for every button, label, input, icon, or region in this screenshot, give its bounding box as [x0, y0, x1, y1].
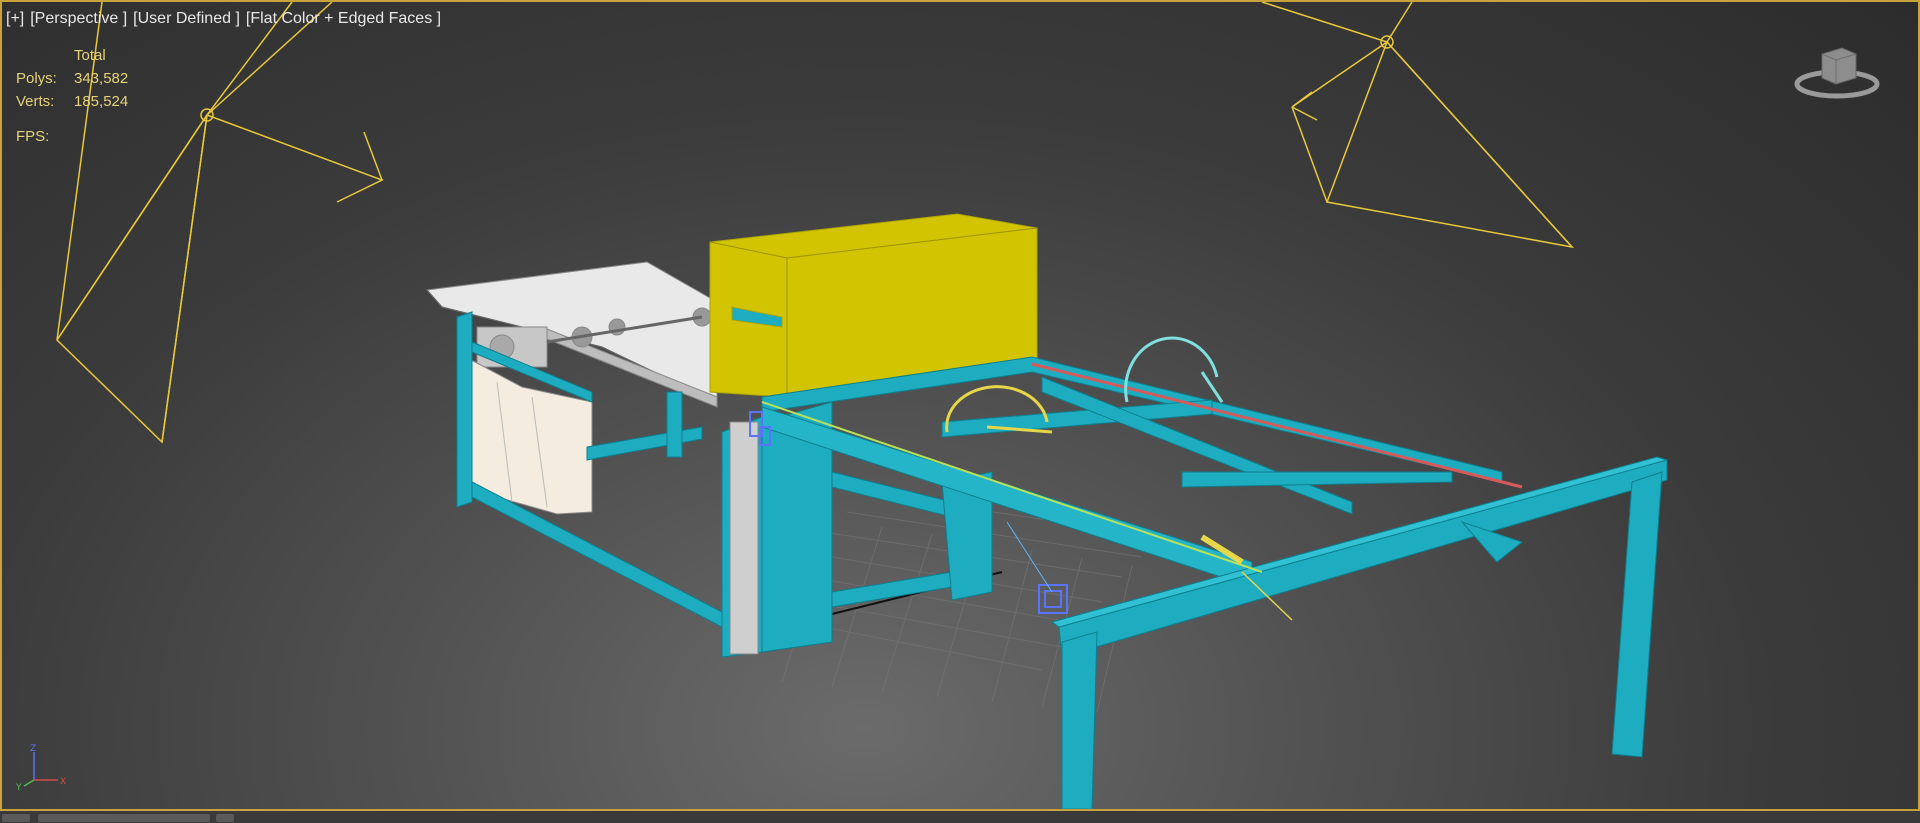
axis-x-label: X [60, 777, 66, 787]
viewport-pov-menu[interactable]: [Perspective ] [30, 10, 127, 28]
axis-y-label: Y [15, 783, 22, 792]
axis-z-label: Z [30, 744, 36, 754]
strip-handle-left[interactable] [2, 814, 30, 822]
perspective-viewport[interactable]: [+] [Perspective ] [User Defined ] [Flat… [0, 0, 1920, 811]
viewport-general-menu[interactable]: [+] [6, 10, 24, 28]
polys-value: 343,582 [74, 70, 129, 87]
strip-handle-right[interactable] [216, 814, 234, 822]
light-gizmo-right [1261, 2, 1575, 249]
verts-value: 185,524 [74, 93, 129, 110]
viewport-shading-menu[interactable]: [Flat Color + Edged Faces ] [246, 10, 441, 28]
fps-label: FPS: [16, 128, 50, 145]
scene-statistics: Total Polys: 343,582 Verts: 185,524 FPS: [16, 44, 154, 148]
scene-canvas[interactable] [2, 2, 1918, 809]
time-slider-thumb[interactable] [38, 814, 210, 822]
verts-label: Verts: [16, 93, 55, 110]
viewport-label-menu: [+] [Perspective ] [User Defined ] [Flat… [6, 10, 441, 28]
viewcube-icon[interactable] [1792, 42, 1882, 104]
time-slider-strip[interactable] [0, 811, 1920, 823]
red-guide-edge [1031, 362, 1523, 489]
polys-label: Polys: [16, 70, 57, 87]
viewport-view-type-menu[interactable]: [User Defined ] [133, 10, 240, 28]
stats-header: Total [74, 47, 106, 64]
axis-tripod-icon: Z X Y [15, 744, 66, 792]
vertical-post [729, 421, 759, 655]
